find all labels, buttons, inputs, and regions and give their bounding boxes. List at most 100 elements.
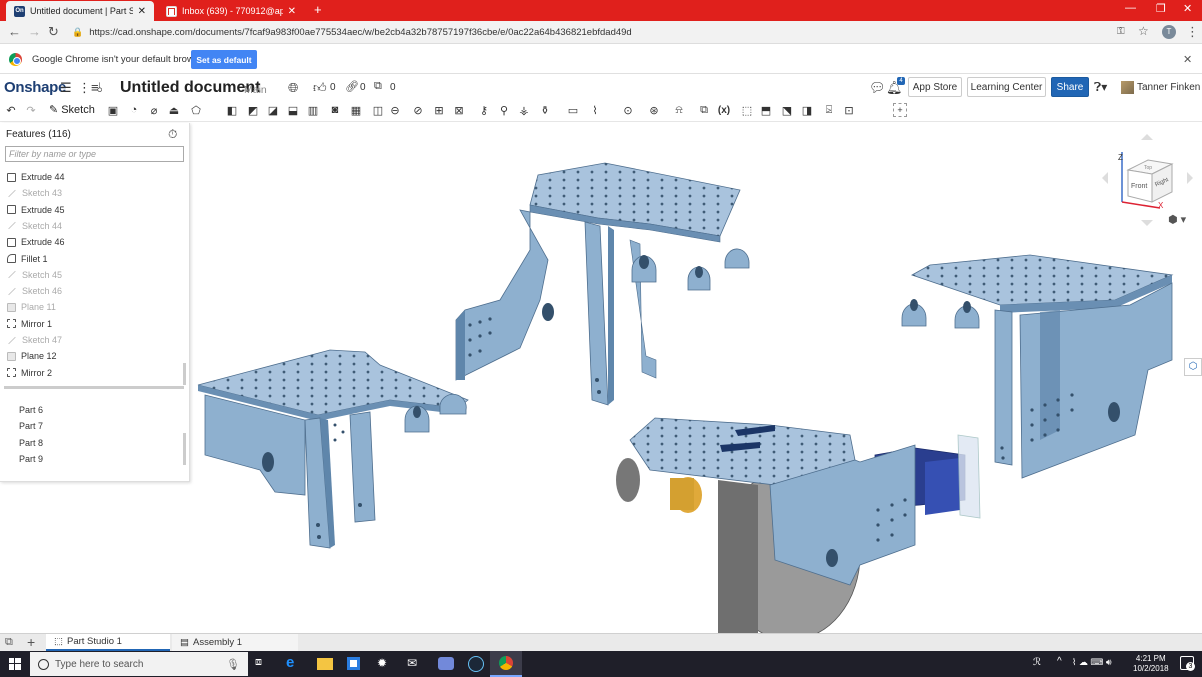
edge-icon[interactable]: e: [286, 654, 302, 671]
file-explorer-icon[interactable]: [317, 658, 333, 670]
draft-icon[interactable]: ◪: [266, 103, 280, 117]
split-icon[interactable]: ⊘: [411, 103, 425, 117]
part-bracket-left[interactable]: [197, 349, 469, 549]
url-field[interactable]: 🔒 https://cad.onshape.com/documents/7fca…: [72, 24, 1152, 41]
feature-item[interactable]: Plane 12: [7, 349, 57, 363]
discord-icon[interactable]: [438, 657, 454, 670]
variable-button[interactable]: (x): [714, 103, 734, 117]
restore-icon[interactable]: ❐: [1156, 2, 1166, 15]
settings-gear-icon[interactable]: ✹: [377, 656, 393, 672]
feature-list-icon[interactable]: ⋮≡: [78, 80, 99, 96]
fill-icon[interactable]: ◨: [800, 103, 814, 117]
shell-icon[interactable]: ▥: [306, 103, 320, 117]
view-options-icon[interactable]: ⬢ ▾: [1168, 213, 1186, 226]
minimize-icon[interactable]: —: [1125, 2, 1136, 14]
sweep-icon[interactable]: ⌀: [147, 103, 161, 117]
part-item[interactable]: Part 6: [19, 405, 43, 415]
chrome-taskbar-button[interactable]: [490, 651, 522, 677]
menu-dots-icon[interactable]: ⋮: [1186, 24, 1199, 40]
people-icon[interactable]: ℛ: [1033, 657, 1041, 668]
hamburger-menu-icon[interactable]: ☰: [60, 80, 72, 96]
hole-icon[interactable]: ◙: [328, 103, 342, 117]
onshape-logo[interactable]: Onshape: [4, 79, 66, 96]
mail-icon[interactable]: ✉: [407, 656, 423, 672]
loft-icon[interactable]: ⏏: [167, 103, 181, 117]
extrude-icon[interactable]: ▣: [106, 103, 120, 117]
add-tab-icon[interactable]: +: [27, 634, 35, 650]
task-view-icon[interactable]: ⧈: [255, 656, 271, 672]
part-item[interactable]: Part 7: [19, 421, 43, 431]
store-icon[interactable]: [347, 657, 360, 670]
user-menu[interactable]: Tanner Finken: [1137, 82, 1200, 93]
mate-connector-icon[interactable]: ⊙: [621, 103, 635, 117]
tab-manager-icon[interactable]: ⧉: [5, 636, 13, 649]
enclose-icon[interactable]: ⬔: [780, 103, 794, 117]
globe-icon[interactable]: 🌐︎: [288, 80, 298, 96]
feature-item[interactable]: Sketch 45: [7, 268, 62, 282]
derive-icon[interactable]: ⬚: [740, 103, 754, 117]
wrap-icon[interactable]: ⬒: [759, 103, 773, 117]
feature-item[interactable]: Sketch 47: [7, 333, 62, 347]
comment-icon[interactable]: 💬︎: [869, 80, 886, 96]
feature-item[interactable]: Sketch 46: [7, 284, 62, 298]
thicken-icon[interactable]: ⬠: [189, 103, 203, 117]
tray-icons[interactable]: ⌇ ☁ ⌨ 🔊︎: [1072, 657, 1112, 668]
feature-item[interactable]: Mirror 1: [7, 317, 52, 331]
feature-item[interactable]: Fillet 1: [7, 252, 48, 266]
set-default-button[interactable]: Set as default: [191, 50, 257, 69]
panel-divider[interactable]: [4, 386, 184, 389]
replace-face-icon[interactable]: ⚶: [517, 103, 531, 117]
app-store-button[interactable]: App Store: [908, 77, 962, 97]
transform-icon[interactable]: ⊞: [432, 103, 446, 117]
move-face-icon[interactable]: ⚲: [497, 103, 511, 117]
move-icon[interactable]: ⍄: [822, 103, 836, 117]
forward-icon[interactable]: →: [28, 24, 41, 39]
tab-onshape[interactable]: On Untitled document | Part Studio 1 ✕: [6, 1, 154, 21]
part-item[interactable]: Part 9: [19, 454, 43, 464]
tab-gmail[interactable]: Inbox (639) - 770912@apps.disd. ✕: [158, 1, 304, 21]
sketch-button[interactable]: ✎ Sketch: [49, 103, 95, 117]
helix-icon[interactable]: ⌇: [588, 103, 602, 117]
delete-part-icon[interactable]: ⊠: [452, 103, 466, 117]
close-icon[interactable]: ✕: [288, 6, 296, 17]
part-wheel-assembly[interactable]: [616, 417, 981, 633]
key-icon[interactable]: ⚿: [1117, 26, 1125, 37]
feature-filter-input[interactable]: [5, 146, 184, 162]
share-button[interactable]: Share: [1051, 77, 1089, 97]
parts-scrollbar[interactable]: [183, 433, 186, 465]
close-icon[interactable]: ✕: [138, 6, 146, 17]
linear-pattern-icon[interactable]: ▦: [349, 103, 363, 117]
tray-expand-icon[interactable]: ^: [1057, 656, 1062, 667]
windows-start-icon[interactable]: [9, 658, 21, 673]
bookmark-star-icon[interactable]: ☆: [1138, 24, 1149, 38]
plane-icon[interactable]: ▭: [566, 103, 580, 117]
taskbar-search-input[interactable]: Type here to search 🎙︎: [30, 652, 248, 676]
learning-center-button[interactable]: Learning Center: [967, 77, 1046, 97]
section-view-icon[interactable]: ⍾: [672, 103, 686, 117]
tab-assembly-1[interactable]: ▤ Assembly 1: [172, 634, 298, 651]
feature-item[interactable]: Extrude 46: [7, 235, 65, 249]
close-icon[interactable]: ✕: [1183, 53, 1192, 66]
render-mode-icon[interactable]: ⬡: [1184, 358, 1202, 376]
feature-item[interactable]: Sketch 44: [7, 219, 62, 233]
mirror-icon[interactable]: ◫: [371, 103, 385, 117]
fillet-icon[interactable]: ◧: [225, 103, 239, 117]
feature-item[interactable]: Plane 11: [7, 300, 56, 314]
help-icon[interactable]: ❓︎▾: [1094, 80, 1107, 95]
link-icon[interactable]: 🔗︎: [345, 80, 359, 93]
add-custom-feature-icon[interactable]: +: [893, 103, 907, 117]
part-bracket-right[interactable]: [901, 254, 1174, 479]
offset-surface-icon[interactable]: ⚱: [538, 103, 552, 117]
new-tab-button[interactable]: +: [314, 2, 322, 17]
undo-icon[interactable]: ↶: [4, 103, 18, 117]
modify-fillet-icon[interactable]: ⚷: [477, 103, 491, 117]
reload-icon[interactable]: ↻: [48, 24, 59, 40]
tab-part-studio-1[interactable]: ⬚ Part Studio 1: [46, 634, 170, 651]
rollback-timer-icon[interactable]: ⏱︎: [168, 127, 177, 142]
part-bracket-top-center[interactable]: [455, 162, 750, 406]
steam-icon[interactable]: [468, 656, 484, 672]
feature-item[interactable]: Extrude 45: [7, 203, 65, 217]
features-scrollbar[interactable]: [183, 363, 186, 385]
boolean-icon[interactable]: ⊖: [388, 103, 402, 117]
avatar[interactable]: [1121, 81, 1134, 94]
